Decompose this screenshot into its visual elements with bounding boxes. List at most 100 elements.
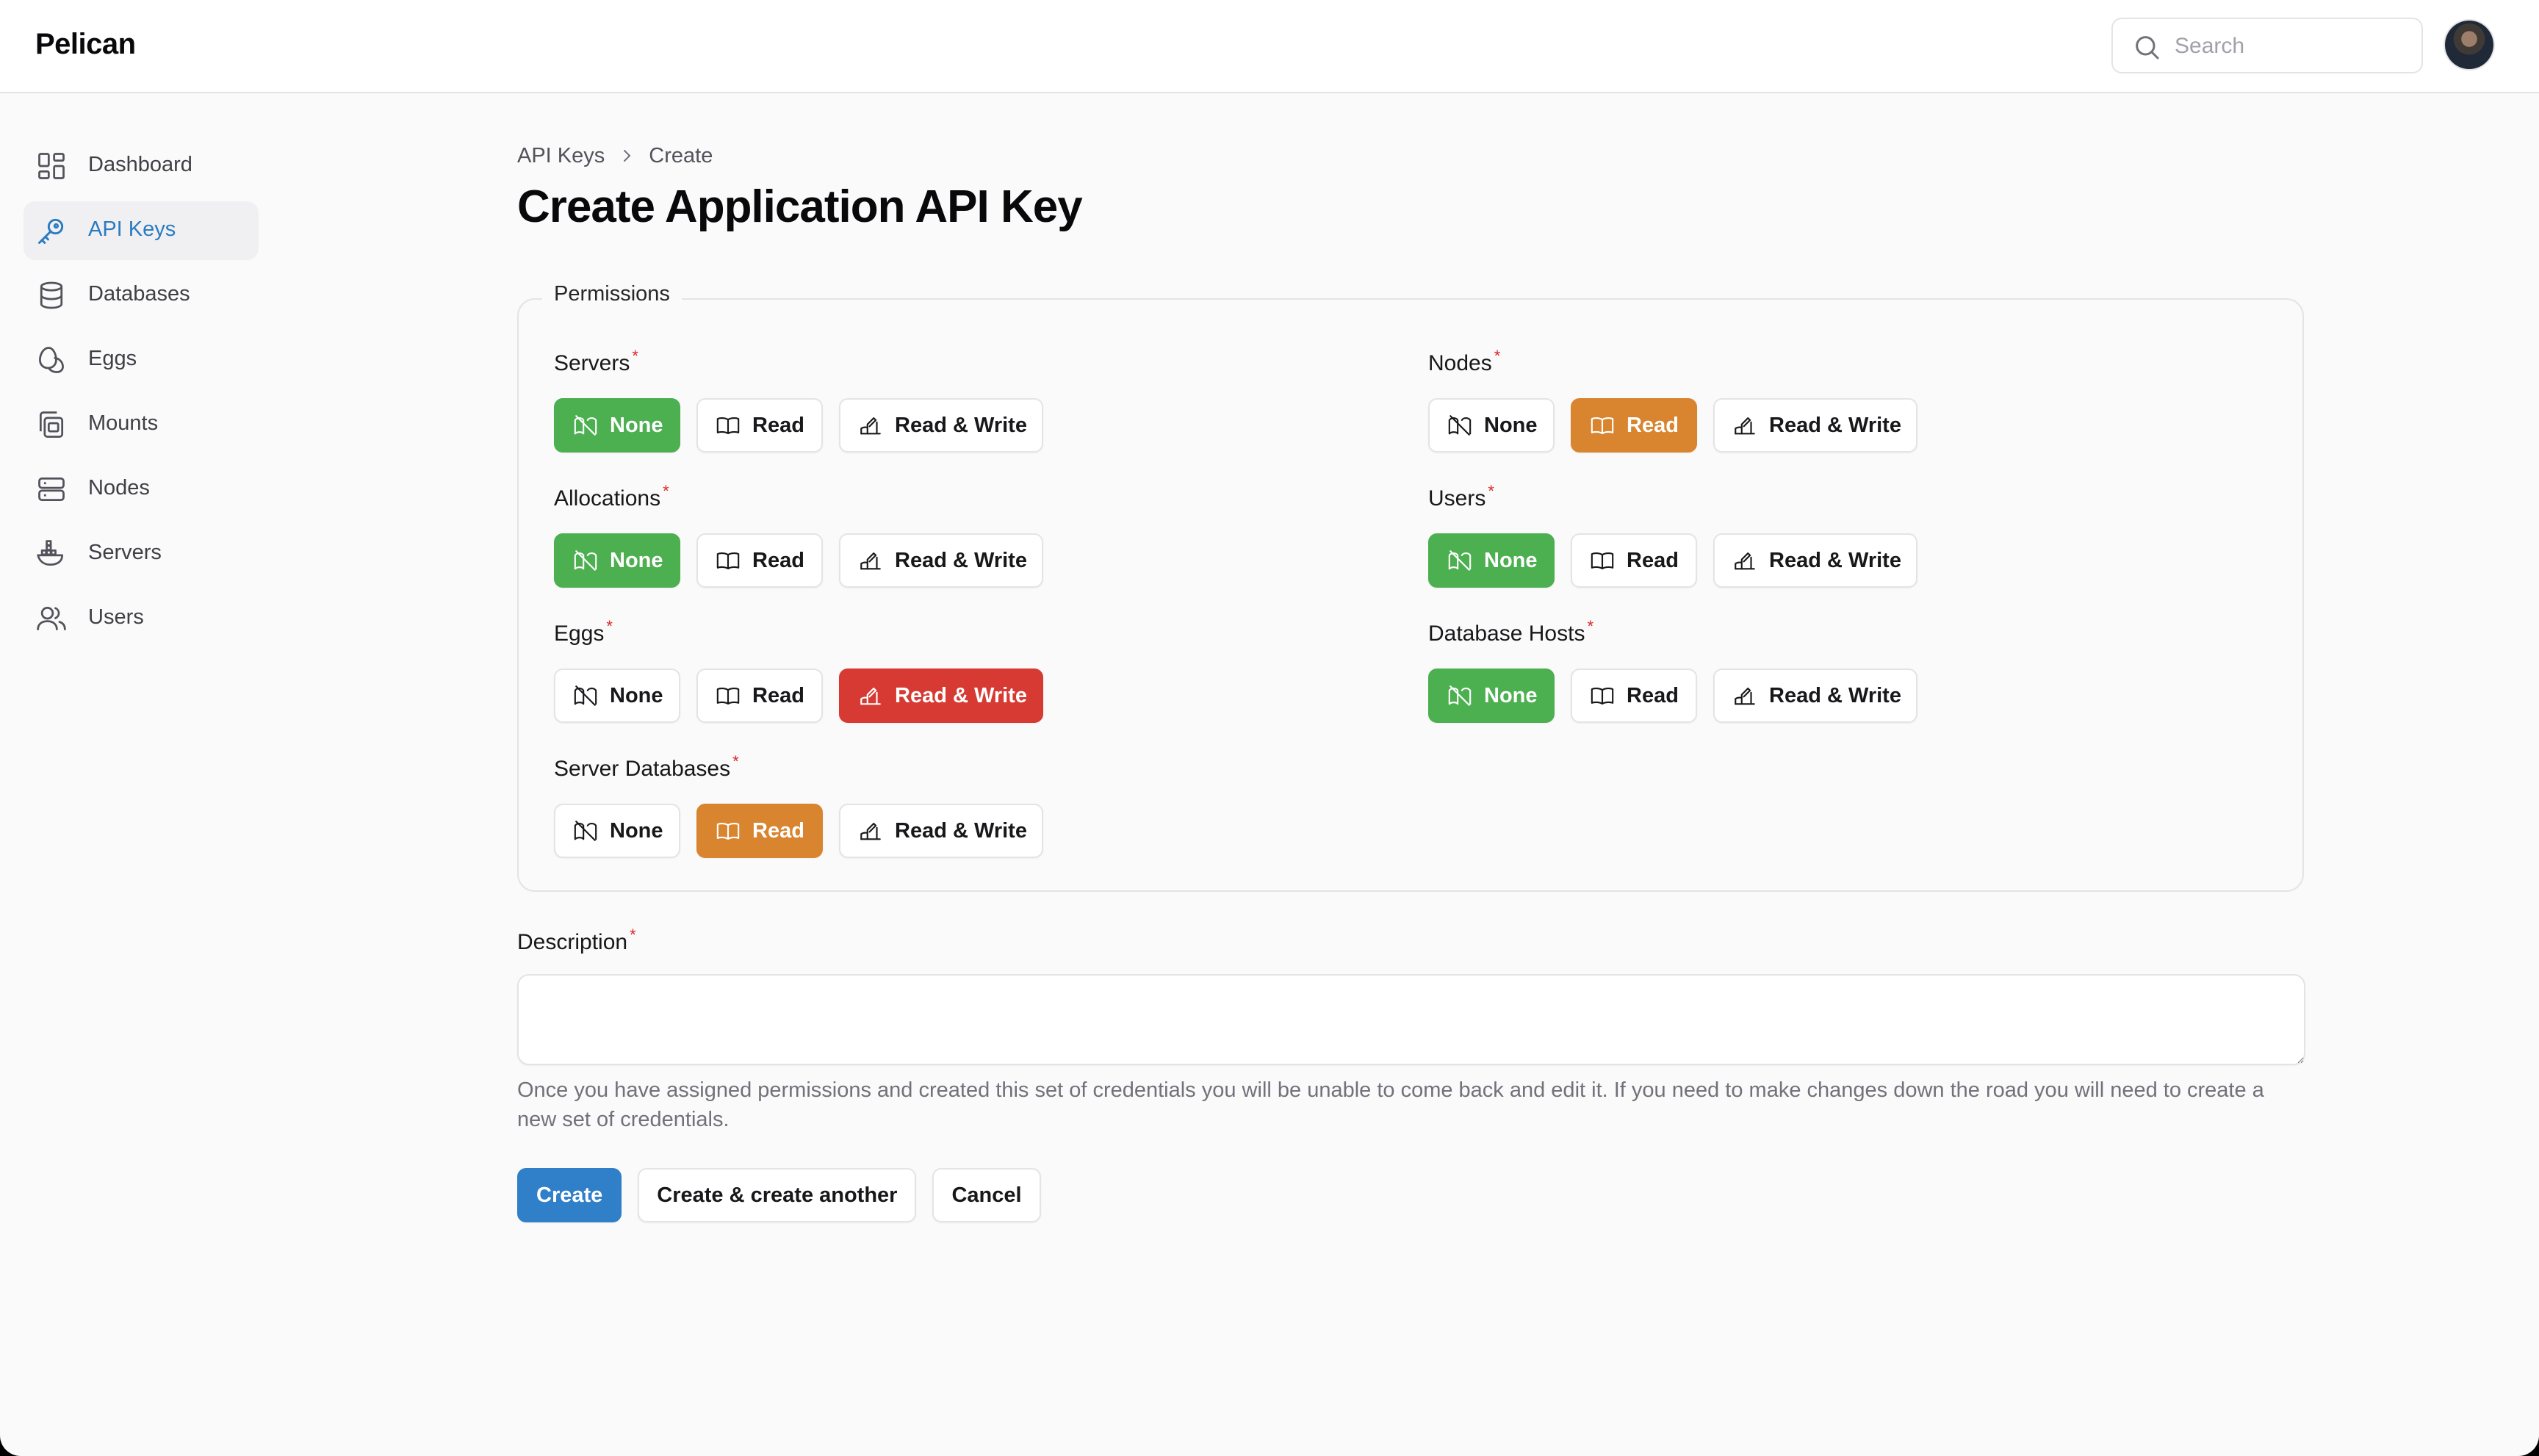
database-hosts-read-write-option[interactable]: Read & Write (1713, 668, 1917, 723)
search-icon (2136, 36, 2159, 60)
avatar[interactable] (2445, 21, 2493, 69)
sidebar-item-eggs[interactable]: Eggs (24, 331, 259, 389)
permissions-legend: Permissions (542, 282, 682, 306)
servers-icon (37, 540, 64, 566)
users-read-option[interactable]: Read (1571, 533, 1697, 588)
servers-none-option[interactable]: None (554, 398, 680, 453)
pencil-book-icon (860, 417, 881, 435)
sidebar-item-servers[interactable]: Servers (24, 525, 259, 583)
eye-slash-icon (1448, 415, 1472, 436)
eye-slash-icon (574, 685, 597, 706)
permission-label: Server Databases * (554, 752, 739, 781)
option-label: Read & Write (895, 818, 1027, 843)
server-databases-none-option[interactable]: None (554, 804, 680, 858)
option-label: None (1484, 413, 1538, 437)
breadcrumb: API Keys Create (517, 141, 713, 170)
option-label: Read & Write (895, 548, 1027, 572)
eye-slash-icon (574, 415, 597, 436)
sidebar-item-api-keys[interactable]: API Keys (24, 201, 259, 260)
pencil-book-icon (1735, 688, 1755, 705)
allocations-none-option[interactable]: None (554, 533, 680, 588)
eggs-read-option[interactable]: Read (696, 668, 823, 723)
permission-label: Nodes * (1428, 347, 1501, 375)
brand-logo[interactable]: Pelican (35, 28, 136, 61)
servers-read-write-option[interactable]: Read & Write (839, 398, 1043, 453)
description-field[interactable] (517, 974, 2305, 1065)
users-read-write-option[interactable]: Read & Write (1713, 533, 1917, 588)
option-label: None (610, 548, 663, 572)
book-open-icon (1591, 552, 1614, 570)
eye-slash-icon (1448, 550, 1472, 571)
book-open-icon (716, 688, 740, 705)
sidebar-item-dashboard[interactable]: Dashboard (24, 137, 259, 195)
option-label: Read (752, 548, 804, 572)
permission-group-allocations: Allocations * None Read Read & Write (554, 482, 1043, 588)
book-open-icon (716, 552, 740, 570)
database-icon (40, 281, 63, 309)
pencil-book-icon (1735, 552, 1755, 570)
cancel-button[interactable]: Cancel (932, 1168, 1041, 1222)
book-open-icon (716, 417, 740, 435)
permission-options: None Read Read & Write (1428, 398, 1917, 453)
key-icon (38, 218, 64, 244)
option-label: Read & Write (1769, 413, 1901, 437)
allocations-read-write-option[interactable]: Read & Write (839, 533, 1043, 588)
dashboard-icon (38, 153, 65, 179)
nodes-none-option[interactable]: None (1428, 398, 1555, 453)
users-icon (37, 606, 66, 631)
pencil-book-icon (860, 688, 881, 705)
nodes-icon (38, 477, 65, 502)
database-hosts-none-option[interactable]: None (1428, 668, 1555, 723)
sidebar-item-label: Servers (88, 541, 162, 564)
option-label: Read & Write (1769, 683, 1901, 707)
permission-group-users: Users * None Read Read & Write (1428, 482, 1917, 588)
top-bar: Pelican Search (0, 0, 2539, 93)
permission-label: Eggs * (554, 617, 613, 646)
sidebar-item-users[interactable]: Users (24, 589, 259, 648)
pencil-book-icon (860, 823, 881, 840)
option-label: Read (752, 683, 804, 707)
chevron-right-icon (624, 150, 631, 162)
sidebar-item-label: Mounts (88, 411, 159, 435)
book-open-icon (1591, 417, 1614, 435)
sidebar-item-mounts[interactable]: Mounts (24, 395, 259, 454)
sidebar: Dashboard API Keys Databases Eggs Mounts… (24, 137, 259, 654)
permission-group-eggs: Eggs * None Read Read & Write (554, 617, 1043, 723)
eggs-read-write-option[interactable]: Read & Write (839, 668, 1043, 723)
permission-group-database-hosts: Database Hosts * None Read Read & Write (1428, 617, 1917, 723)
breadcrumb-link-api-keys[interactable]: API Keys (517, 144, 605, 168)
option-label: None (1484, 683, 1538, 707)
sidebar-item-label: Dashboard (88, 153, 192, 176)
option-label: Read (1627, 683, 1679, 707)
create-button[interactable]: Create (517, 1168, 622, 1222)
permissions-fieldset: Permissions Servers * None Read Read & Write… (517, 282, 2304, 892)
permission-options: None Read Read & Write (554, 533, 1043, 588)
option-label: Read (752, 413, 804, 437)
permission-options: None Read Read & Write (554, 668, 1043, 723)
option-label: Read & Write (895, 413, 1027, 437)
eggs-none-option[interactable]: None (554, 668, 680, 723)
sidebar-item-label: Nodes (88, 476, 150, 500)
permission-label: Database Hosts * (1428, 617, 1594, 646)
allocations-read-option[interactable]: Read (696, 533, 823, 588)
search-input[interactable]: Search (2111, 18, 2423, 73)
page-title: Create Application API Key (517, 181, 1083, 232)
option-label: Read & Write (1769, 548, 1901, 572)
pencil-book-icon (860, 552, 881, 570)
permission-group-nodes: Nodes * None Read Read & Write (1428, 347, 1917, 453)
servers-read-option[interactable]: Read (696, 398, 823, 453)
server-databases-read-option[interactable]: Read (696, 804, 823, 858)
sidebar-item-nodes[interactable]: Nodes (24, 460, 259, 519)
create-another-button[interactable]: Create & create another (638, 1168, 917, 1222)
server-databases-read-write-option[interactable]: Read & Write (839, 804, 1043, 858)
nodes-read-option[interactable]: Read (1571, 398, 1697, 453)
nodes-read-write-option[interactable]: Read & Write (1713, 398, 1917, 453)
sidebar-item-databases[interactable]: Databases (24, 266, 259, 325)
option-label: Read & Write (895, 683, 1027, 707)
option-label: Read (752, 818, 804, 843)
permission-label: Allocations * (554, 482, 669, 511)
permission-options: None Read Read & Write (554, 398, 1043, 453)
permission-options: None Read Read & Write (1428, 668, 1917, 723)
database-hosts-read-option[interactable]: Read (1571, 668, 1697, 723)
users-none-option[interactable]: None (1428, 533, 1555, 588)
